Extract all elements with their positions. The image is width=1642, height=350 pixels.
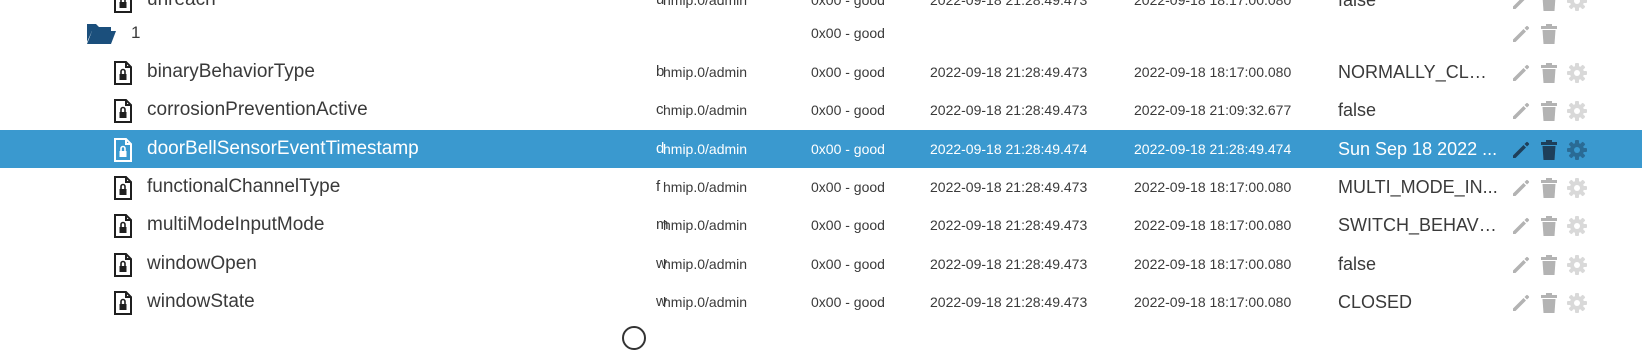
row-name: doorBellSensorEventTimestamp [147,137,419,159]
file-lock-icon [114,214,132,239]
row-timestamp: 2022-09-18 21:28:49.473 [930,102,1088,119]
row-from: hmip.0/admin [663,140,748,157]
row-quality: 0x00 - good [811,102,885,119]
row-quality: 0x00 - good [811,293,885,310]
row-last-change: 2022-09-18 18:17:00.080 [1134,64,1292,80]
row-quality: 0x00 - good [811,255,885,272]
trash-icon[interactable] [1538,177,1560,199]
folder-quality: 0x00 - good [811,25,885,41]
gear-icon[interactable] [1566,254,1588,276]
row-quality: 0x00 - good [811,178,885,195]
gear-icon[interactable] [1566,0,1588,12]
row-value[interactable]: Sun Sep 18 2022 ... [1338,130,1500,168]
table-row[interactable]: corrosionPreventionActive c hmip.0/admin… [0,91,1642,129]
gear-icon[interactable] [1566,100,1588,122]
folder-open-icon[interactable] [86,22,117,45]
trash-icon[interactable] [1538,139,1560,161]
row-timestamp: 2022-09-18 21:28:49.473 [930,64,1088,80]
row-timestamp: 2022-09-18 21:28:49.474 [930,140,1088,157]
edit-icon[interactable] [1510,23,1532,45]
trash-icon[interactable] [1538,62,1560,84]
edit-icon[interactable] [1510,62,1532,84]
row-name: windowOpen [147,252,257,274]
folder-name: 1 [131,23,141,42]
row-timestamp: 2022-09-18 21:28:49.473 [930,255,1088,272]
trash-icon[interactable] [1538,254,1560,276]
row-last-change: 2022-09-18 18:17:00.080 [1134,178,1292,195]
row-value[interactable]: false [1338,245,1500,283]
edit-icon[interactable] [1510,292,1532,314]
gear-icon[interactable] [1566,292,1588,314]
table-row[interactable]: windowState w hmip.0/admin 0x00 - good 2… [0,283,1642,321]
row-last-change: 2022-09-18 18:17:00.080 [1134,217,1292,234]
row-name: corrosionPreventionActive [147,99,368,121]
row-name: windowState [147,290,255,312]
row-name: binaryBehaviorType [147,61,315,82]
table-row-selected[interactable]: doorBellSensorEventTimestamp d hmip.0/ad… [0,129,1642,168]
row-last-change: 2022-09-18 18:17:00.080 [1134,293,1292,310]
file-lock-icon [114,61,132,85]
row-from: hmip.0/admin [663,64,748,80]
file-lock-icon [114,252,132,277]
trash-icon[interactable] [1538,215,1560,237]
row-value[interactable]: MULTI_MODE_IN... [1338,168,1500,206]
row-from: hmip.0/admin [663,217,748,234]
trash-icon[interactable] [1538,0,1560,12]
table-row[interactable]: binaryBehaviorType b hmip.0/admin 0x00 -… [0,53,1642,91]
row-last-change: 2022-09-18 21:09:32.677 [1134,102,1292,119]
row-from: hmip.0/admin [663,255,748,272]
file-lock-icon [114,99,132,124]
row-value[interactable]: CLOSED [1338,283,1500,321]
edit-icon[interactable] [1510,100,1532,122]
row-quality: 0x00 - good [811,140,885,157]
row-quality: 0x00 - good [811,64,885,80]
table-row[interactable]: multiModeInputMode m hmip.0/admin 0x00 -… [0,206,1642,244]
edit-icon[interactable] [1510,177,1532,199]
edit-icon[interactable] [1510,139,1532,161]
file-lock-icon [114,0,132,13]
row-name: functionalChannelType [147,175,341,197]
file-lock-icon [114,137,132,162]
gear-icon[interactable] [1566,177,1588,199]
row-from: hmip.0/admin [663,102,748,119]
row-quality: 0x00 - good [811,217,885,234]
row-timestamp: 2022-09-18 21:28:49.473 [930,178,1088,195]
edit-icon[interactable] [1510,0,1532,12]
row-last-change: 2022-09-18 18:17:00.080 [1134,255,1292,272]
table-row[interactable]: windowOpen w hmip.0/admin 0x00 - good 20… [0,245,1642,283]
file-lock-icon [114,175,132,200]
trash-icon[interactable] [1538,100,1560,122]
edit-icon[interactable] [1510,215,1532,237]
gear-icon[interactable] [1566,215,1588,237]
trash-icon[interactable] [1538,292,1560,314]
row-from: hmip.0/admin [663,293,748,310]
table-row[interactable]: functionalChannelType f hmip.0/admin 0x0… [0,168,1642,206]
row-timestamp: 2022-09-18 21:28:49.473 [930,217,1088,234]
row-timestamp: 2022-09-18 21:28:49.473 [930,293,1088,310]
row-value[interactable]: false [1338,91,1500,129]
row-value[interactable]: SWITCH_BEHAVIOR [1338,206,1500,244]
gear-icon[interactable] [1566,62,1588,84]
trash-icon[interactable] [1538,23,1560,45]
row-value[interactable]: NORMALLY_CLOSE [1338,53,1500,91]
row-name: multiModeInputMode [147,214,325,236]
file-lock-icon [114,290,132,315]
folder-row[interactable]: 1 0x00 - good [0,14,1642,52]
row-from: hmip.0/admin [663,178,748,195]
row-last-change: 2022-09-18 21:28:49.474 [1134,140,1292,157]
edit-icon[interactable] [1510,254,1532,276]
gear-icon[interactable] [1566,139,1588,161]
